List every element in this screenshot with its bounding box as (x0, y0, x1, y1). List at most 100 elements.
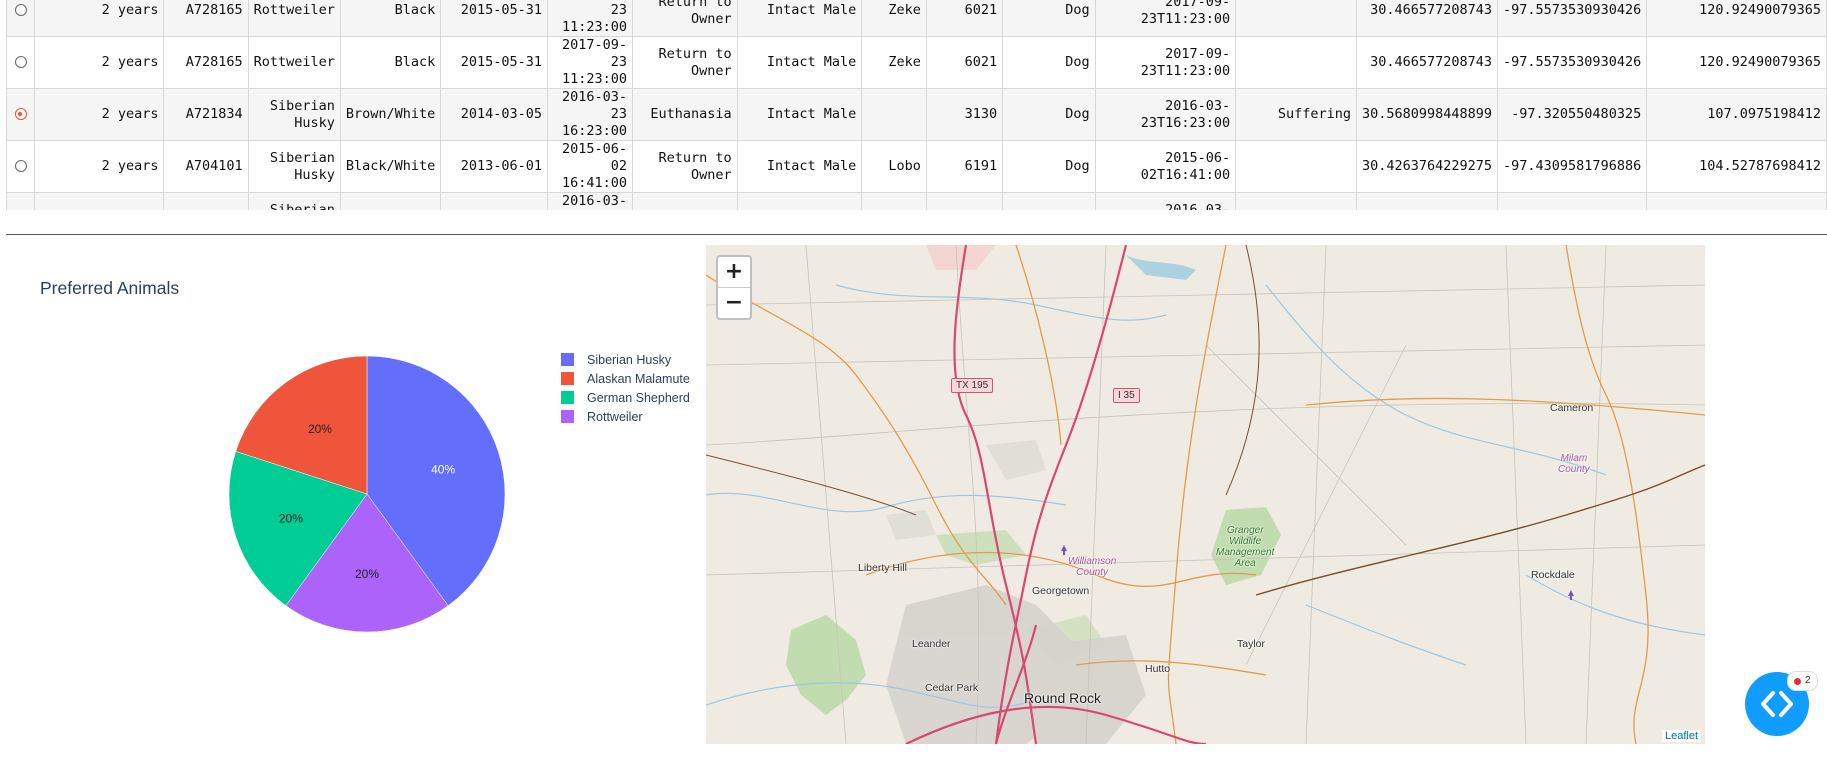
row-select-radio[interactable] (14, 56, 27, 68)
place-label-hutto: Hutto (1145, 663, 1171, 675)
table-cell: Intact Male (736, 192, 863, 210)
legend-item[interactable]: German Shepherd (561, 388, 690, 407)
data-table-container[interactable]: 2 years A728165 Rottweiler Black 2015-05-31 2… (6, 0, 1827, 210)
highway-shield-tx195: TX 195 (951, 378, 994, 393)
place-label-rockdale: Rockdale (1531, 569, 1575, 581)
table-cell: 2 years (34, 192, 165, 210)
legend-label: Siberian Husky (587, 352, 672, 367)
legend-item[interactable]: Rottweiler (561, 407, 690, 426)
table-cell: 120.92490079365 (1646, 0, 1827, 37)
table-cell: Brown/White (339, 192, 442, 210)
table-cell: A704101 (163, 140, 249, 193)
table-cell: -97.5573530930426 (1497, 36, 1648, 89)
place-label-georgetown: Georgetown (1032, 585, 1090, 597)
table-row: 2 yearsA721834Siberian HuskyBrown/White 2… (6, 192, 1827, 210)
pie-slice-label: 40% (431, 462, 455, 476)
table-cell: 2 years (34, 0, 165, 37)
table-cell: A721834 (163, 192, 249, 210)
table-cell: Zeke (861, 36, 927, 89)
table-cell: Return to Owner (632, 140, 738, 193)
table-cell: A728165 (163, 0, 249, 37)
table-cell: Siberian Husky (247, 140, 341, 193)
table-cell: 30.466577208743 (1355, 36, 1499, 89)
row-select-radio[interactable] (14, 4, 27, 16)
table-cell: Return to Owner (632, 36, 738, 89)
table-cell: Dog (1002, 36, 1096, 89)
pie-slice-label: 20% (308, 422, 332, 436)
place-label-round-rock: Round Rock (1024, 690, 1102, 706)
map-tiles[interactable] (706, 245, 1705, 744)
legend-swatch (561, 410, 574, 423)
error-count-badge[interactable]: 2 (1787, 671, 1818, 691)
table-cell: 6021 (925, 0, 1004, 37)
table-row: 2 years A728165 Rottweiler Black 2015-05-31 2… (6, 0, 1827, 37)
table-cell: Intact Male (736, 140, 863, 193)
table-cell: -97.4309581796886 (1497, 140, 1648, 193)
table-cell (861, 88, 927, 141)
table-cell: -97.5573530930426 (1497, 0, 1648, 37)
highway-shield-i35: I 35 (1113, 388, 1140, 403)
pie-slice-label: 20% (279, 512, 303, 526)
legend-label: German Shepherd (587, 390, 690, 405)
table-cell: Dog (1002, 192, 1096, 210)
table-row: 2 years A728165 Rottweiler Black 2015-05-31 2… (6, 36, 1827, 89)
row-select-cell (6, 88, 36, 141)
table-cell: 30.4263764229275 (1355, 140, 1499, 193)
error-dot-icon (1794, 677, 1801, 685)
table-cell: Euthanasia (632, 192, 738, 210)
map-attribution-link[interactable]: Leaflet (1661, 730, 1701, 742)
table-cell: Euthanasia (632, 88, 738, 141)
park-area (786, 615, 866, 715)
table-cell: Black (339, 36, 442, 89)
place-label-cedar-park: Cedar Park (925, 682, 979, 694)
place-label-liberty-hill: Liberty Hill (858, 562, 908, 574)
table-cell: 2017-09-23T11:23:00 (1094, 36, 1237, 89)
table-cell: Rottweiler (247, 0, 341, 37)
row-select-cell (6, 140, 36, 193)
park-label-granger-wildlife: Granger Wildlife Management Area (1216, 525, 1275, 569)
table-cell: 2017-09-23 11:23:00 (547, 0, 634, 37)
table-cell: Return to Owner (632, 0, 738, 37)
table-cell: 120.92490079365 (1646, 36, 1827, 89)
zoom-in-button[interactable]: + (718, 257, 750, 287)
table-cell: Dog (1002, 88, 1096, 141)
place-label-leander: Leander (912, 638, 951, 650)
table-cell: 2017-09-23T11:23:00 (1094, 0, 1237, 37)
table-cell: 30.466577208743 (1355, 0, 1499, 37)
table-cell: 2013-06-01 (440, 140, 549, 193)
table-cell: 2015-06-02T16:41:00 (1094, 140, 1237, 193)
error-count: 2 (1805, 675, 1811, 686)
table-row: 2 years A704101 Siberian Husky Black/White 2… (6, 140, 1827, 193)
place-label-cameron: Cameron (1550, 402, 1594, 414)
chart-legend: Siberian Husky Alaskan Malamute German She… (561, 350, 690, 426)
section-divider (6, 234, 1827, 235)
table-cell: 2 years (34, 140, 165, 193)
table-cell: 2016-03-23 16:23:00 (547, 88, 634, 141)
row-select-cell (6, 36, 36, 89)
region-label-milam-county: Milam County (1558, 453, 1590, 475)
table-cell: Rottweiler (247, 36, 341, 89)
table-cell: 2015-05-31 (440, 36, 549, 89)
airport-icon (1061, 545, 1067, 555)
row-select-radio[interactable] (14, 160, 27, 172)
pie-chart: 40% 20% 20% 20% (228, 355, 506, 633)
row-select-cell (6, 192, 36, 210)
zoom-control: + − (716, 255, 752, 320)
table-cell: -97.320550480325 (1497, 88, 1648, 141)
table-cell: Dog (1002, 0, 1096, 37)
table-cell: 104.52787698412 (1646, 140, 1827, 193)
table-cell: Siberian Husky (247, 192, 341, 210)
table-cell: 2 years (34, 88, 165, 141)
map-view[interactable]: + − TX 195 I 35 Cameron Liberty Hill Geo… (706, 245, 1705, 744)
table-cell: 30.5680998448899 (1355, 192, 1499, 210)
legend-swatch (561, 353, 574, 366)
legend-item[interactable]: Alaskan Malamute (561, 369, 690, 388)
zoom-out-button[interactable]: − (718, 287, 750, 318)
table-cell: Intact Male (736, 88, 863, 141)
legend-item[interactable]: Siberian Husky (561, 350, 690, 369)
legend-swatch (561, 391, 574, 404)
table-cell: 2016-03-23T16:23:00 (1094, 192, 1237, 210)
row-select-radio[interactable] (14, 108, 27, 120)
table-cell: 2 years (34, 36, 165, 89)
table-cell: 2015-06-02 16:41:00 (547, 140, 634, 193)
